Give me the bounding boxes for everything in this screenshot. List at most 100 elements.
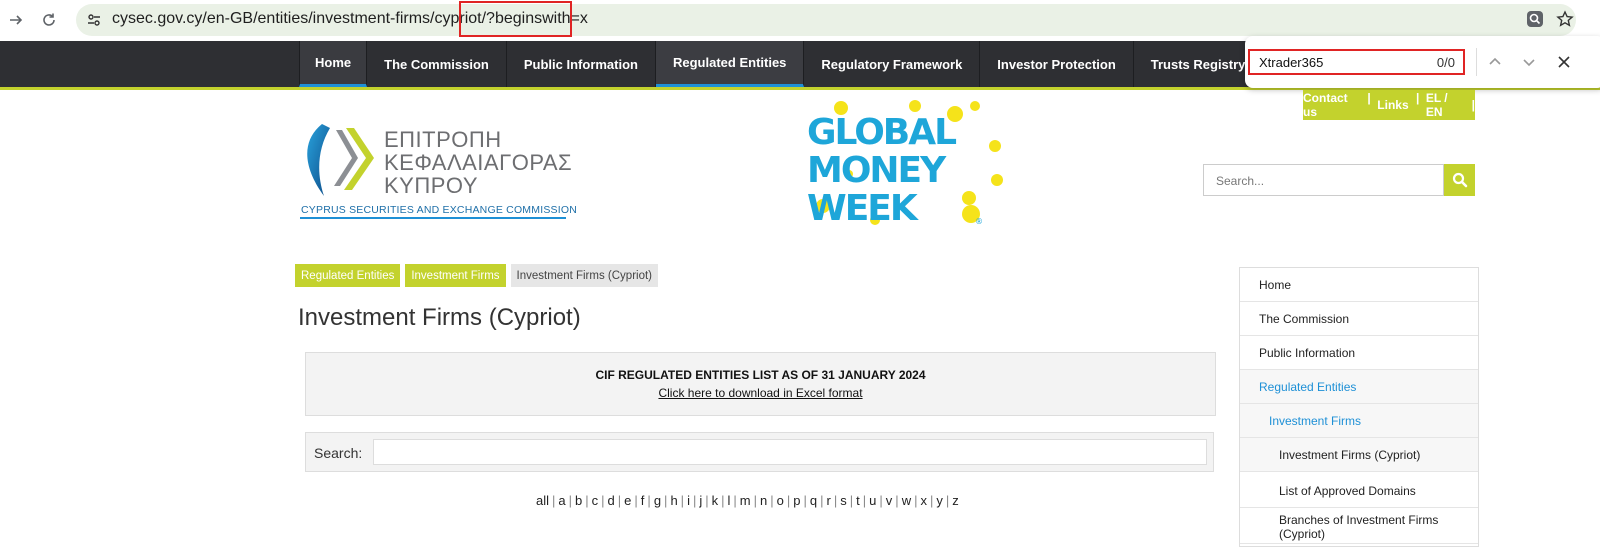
url-host: cysec.gov.cy/en-GB/entities/investment-f… xyxy=(112,10,482,27)
alphabet-letter-y[interactable]: y xyxy=(936,493,943,508)
breadcrumb-regulated-entities[interactable]: Regulated Entities xyxy=(295,264,401,287)
alphabet-separator: | xyxy=(879,493,883,508)
alphabet-separator: | xyxy=(803,493,807,508)
alphabet-separator: | xyxy=(680,493,685,508)
download-excel-link[interactable]: Click here to download in Excel format xyxy=(658,386,862,400)
browser-toolbar: cysec.gov.cy/en-GB/entities/investment-f… xyxy=(0,0,1600,41)
alphabet-letter-p[interactable]: p xyxy=(793,493,800,508)
alphabet-separator: | xyxy=(820,493,824,508)
alphabet-letter-a[interactable]: a xyxy=(558,493,565,508)
find-next-icon[interactable] xyxy=(1517,50,1541,74)
nav-investor-protection[interactable]: Investor Protection xyxy=(980,41,1134,87)
alphabet-letter-d[interactable]: d xyxy=(608,493,615,508)
alphabet-letter-q[interactable]: q xyxy=(810,493,817,508)
alphabet-separator: | xyxy=(705,493,709,508)
alphabet-letter-u[interactable]: u xyxy=(869,493,876,508)
bookmark-star-icon[interactable] xyxy=(1553,7,1577,31)
alphabet-letter-i[interactable]: i xyxy=(687,493,690,508)
contact-us-link[interactable]: Contact us xyxy=(1303,91,1360,119)
url-query: /?beginswith=x xyxy=(481,10,588,27)
find-previous-icon[interactable] xyxy=(1483,50,1507,74)
alphabet-letter-g[interactable]: g xyxy=(654,493,661,508)
table-search-label: Search: xyxy=(314,445,363,461)
alphabet-letter-f[interactable]: f xyxy=(641,493,645,508)
side-menu: Home The Commission Public Information R… xyxy=(1239,267,1479,547)
breadcrumb-investment-firms[interactable]: Investment Firms xyxy=(405,264,506,287)
side-item-public-information[interactable]: Public Information xyxy=(1240,336,1478,370)
site-search-input[interactable]: Search... xyxy=(1203,164,1444,196)
alphabet-letter-b[interactable]: b xyxy=(575,493,582,508)
links-link[interactable]: Links xyxy=(1377,98,1408,112)
alphabet-separator: | xyxy=(862,493,867,508)
alphabet-letter-c[interactable]: c xyxy=(592,493,599,508)
contact-strip: Contact us | Links | EL / EN | xyxy=(1303,90,1475,120)
find-match-count: 0/0 xyxy=(1436,55,1455,70)
alphabet-letter-n[interactable]: n xyxy=(760,493,767,508)
alphabet-separator: | xyxy=(945,493,950,508)
url-text: cysec.gov.cy/en-GB/entities/investment-f… xyxy=(112,10,588,28)
nav-trusts-registry[interactable]: Trusts Registry xyxy=(1134,41,1264,87)
reload-icon[interactable] xyxy=(37,8,61,32)
nav-home[interactable]: Home xyxy=(299,41,368,87)
alphabet-letter-r[interactable]: r xyxy=(827,493,831,508)
find-close-icon[interactable] xyxy=(1552,50,1576,74)
gmw-line-1: GLOBAL xyxy=(807,112,956,153)
alphabet-letter-v[interactable]: v xyxy=(886,493,893,508)
breadcrumb-current: Investment Firms (Cypriot) xyxy=(510,264,658,287)
nav-the-commission[interactable]: The Commission xyxy=(367,41,507,87)
alphabet-letter-o[interactable]: o xyxy=(777,493,784,508)
alphabet-filter: all | a | b | c | d | e | f | g | h | i | j | k | l | m | n | o | p | q | r |… xyxy=(536,493,959,508)
nav-regulatory-framework[interactable]: Regulatory Framework xyxy=(804,41,981,87)
alphabet-letter-m[interactable]: m xyxy=(740,493,751,508)
site-info-icon[interactable] xyxy=(84,10,104,30)
alphabet-letter-e[interactable]: e xyxy=(624,493,631,508)
alphabet-separator: | xyxy=(929,493,934,508)
find-query: Xtrader365 xyxy=(1259,55,1324,70)
search-icon xyxy=(1452,172,1467,188)
find-divider xyxy=(1476,48,1477,76)
alphabet-letter-z[interactable]: z xyxy=(952,493,959,508)
alphabet-separator: | xyxy=(733,493,737,508)
logo-underline xyxy=(300,217,566,219)
table-search-input[interactable] xyxy=(373,439,1207,465)
alphabet-separator: | xyxy=(895,493,899,508)
gmw-line-2: MONEY xyxy=(807,150,947,191)
alphabet-letter-l[interactable]: l xyxy=(728,493,731,508)
svg-text:®: ® xyxy=(975,217,983,226)
language-switch[interactable]: EL / EN xyxy=(1426,91,1464,119)
alphabet-letter-t[interactable]: t xyxy=(856,493,860,508)
alphabet-letter-k[interactable]: k xyxy=(712,493,719,508)
alphabet-letter-s[interactable]: s xyxy=(840,493,847,508)
cysec-logo[interactable]: ΕΠΙΤΡΟΠΗ ΚΕΦΑΛΑΙΑΓΟΡΑΣ ΚΥΠΡΟΥ CYPRUS SEC… xyxy=(300,120,577,220)
find-bar: Xtrader365 0/0 xyxy=(1245,36,1600,88)
address-bar[interactable]: cysec.gov.cy/en-GB/entities/investment-f… xyxy=(76,4,1576,36)
side-item-home[interactable]: Home xyxy=(1240,268,1478,302)
find-input[interactable]: Xtrader365 0/0 xyxy=(1248,49,1465,75)
contact-sep: | xyxy=(1412,91,1420,119)
nav-regulated-entities[interactable]: Regulated Entities xyxy=(656,41,805,87)
alphabet-separator: | xyxy=(753,493,758,508)
side-item-branches[interactable]: Branches of Investment Firms (Cypriot) xyxy=(1240,510,1478,544)
side-item-the-commission[interactable]: The Commission xyxy=(1240,302,1478,336)
contact-sep: | xyxy=(1468,98,1476,112)
search-in-page-icon[interactable] xyxy=(1523,7,1547,31)
alphabet-letter-j[interactable]: j xyxy=(699,493,702,508)
side-item-regulated-entities[interactable]: Regulated Entities xyxy=(1240,370,1478,404)
alphabet-separator: | xyxy=(849,493,854,508)
alphabet-letter-h[interactable]: h xyxy=(670,493,677,508)
nav-public-information[interactable]: Public Information xyxy=(507,41,656,87)
side-item-investment-firms[interactable]: Investment Firms xyxy=(1240,404,1478,438)
global-money-week-banner[interactable]: GLOBAL MONEY WEEK ® xyxy=(803,100,1015,230)
alphabet-letter-all[interactable]: all xyxy=(536,493,549,508)
alphabet-separator: | xyxy=(664,493,668,508)
alphabet-letter-w[interactable]: w xyxy=(902,493,911,508)
site-search-button[interactable] xyxy=(1444,164,1475,196)
side-item-approved-domains[interactable]: List of Approved Domains xyxy=(1240,474,1478,508)
forward-icon[interactable] xyxy=(4,8,28,32)
alphabet-separator: | xyxy=(786,493,791,508)
alphabet-separator: | xyxy=(770,493,774,508)
alphabet-separator: | xyxy=(914,493,918,508)
gmw-artwork: GLOBAL MONEY WEEK ® xyxy=(807,100,1003,229)
alphabet-letter-x[interactable]: x xyxy=(920,493,927,508)
side-item-investment-firms-cypriot[interactable]: Investment Firms (Cypriot) xyxy=(1240,438,1478,472)
